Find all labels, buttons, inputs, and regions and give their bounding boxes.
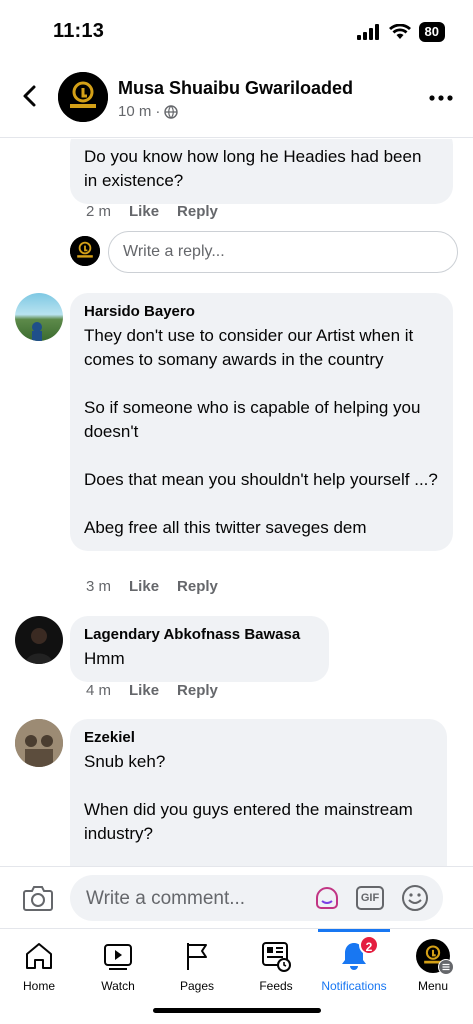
comment-placeholder: Write a comment...: [86, 888, 246, 909]
comment-author[interactable]: Ezekiel: [84, 728, 433, 748]
more-options-icon[interactable]: [427, 88, 455, 108]
reply-button[interactable]: Reply: [177, 682, 218, 699]
comment-author[interactable]: Lagendary Abkofnass Bawasa: [84, 625, 315, 645]
comment-bubble[interactable]: Ezekiel Snub keh? When did you guys ente…: [70, 719, 447, 867]
camera-icon[interactable]: [22, 883, 54, 913]
post-meta: 10 m ·: [118, 103, 179, 120]
bell-icon-wrapper: 2: [337, 935, 379, 973]
menu-avatar-wrapper: [416, 939, 454, 975]
tab-home[interactable]: Home: [0, 939, 79, 993]
gif-label: GIF: [360, 892, 380, 904]
like-button[interactable]: Like: [129, 682, 159, 699]
reply-button[interactable]: Reply: [177, 578, 218, 595]
comment-input[interactable]: Write a comment... GIF: [70, 875, 443, 921]
tab-watch[interactable]: Watch: [78, 939, 158, 993]
back-arrow-icon[interactable]: [16, 82, 44, 110]
tab-pages[interactable]: Pages: [157, 939, 237, 993]
post-time: 10 m: [118, 103, 152, 120]
tab-menu[interactable]: Menu: [393, 939, 473, 993]
wifi-icon: [388, 24, 411, 39]
commenter-avatar[interactable]: [15, 719, 63, 767]
globe-icon: [164, 104, 179, 119]
tab-label: Feeds: [259, 979, 293, 993]
user-avatar: [70, 236, 100, 266]
flag-icon: [187, 943, 207, 970]
comment-bubble[interactable]: Harsido Bayero They don't use to conside…: [70, 293, 453, 551]
comment-actions: 3 m Like Reply: [86, 578, 218, 595]
home-icon: [26, 943, 52, 969]
person-photo-icon: [32, 322, 42, 341]
comment-time: 2 m: [86, 203, 112, 220]
avatar-sticker-icon[interactable]: [313, 884, 341, 912]
battery-indicator: 80: [418, 22, 445, 42]
tab-label: Notifications: [321, 979, 387, 993]
comment-actions: 2 m Like Reply: [86, 203, 218, 220]
comment-bubble[interactable]: Lagendary Abkofnass Bawasa Hmm: [70, 616, 329, 682]
status-icons: 80: [356, 22, 445, 42]
reply-input[interactable]: Write a reply...: [108, 231, 458, 273]
commenter-avatar[interactable]: [15, 293, 63, 341]
comment-author[interactable]: Harsido Bayero: [84, 302, 439, 322]
menu-lines-icon: [438, 959, 454, 975]
comments-feed[interactable]: Do you know how long he Headies had been…: [0, 139, 473, 867]
reply-row: Write a reply...: [70, 231, 458, 273]
meta-separator: ·: [155, 103, 161, 120]
gwariloaded-logo: [70, 236, 100, 266]
tab-notifications[interactable]: 2 Notifications: [314, 935, 394, 993]
person-photo-icon: [15, 719, 63, 767]
signal-icon: [356, 24, 379, 40]
tab-label: Menu: [417, 979, 449, 993]
status-bar: 11:13 80: [0, 0, 473, 62]
comment-text: They don't use to consider our Artist wh…: [84, 326, 438, 537]
comment-composer: Write a comment... GIF: [0, 866, 473, 928]
feeds-icon: [262, 942, 291, 972]
watch-icon: [104, 944, 132, 970]
comment-time: 3 m: [86, 578, 112, 595]
comment-text: Snub keh? When did you guys entered the …: [84, 752, 413, 843]
gif-button[interactable]: GIF: [356, 886, 384, 910]
page-name[interactable]: Musa Shuaibu Gwariloaded: [118, 78, 353, 99]
post-header: Musa Shuaibu Gwariloaded 10 m ·: [0, 62, 473, 138]
comment-text: Do you know how long he Headies had been…: [84, 147, 422, 190]
comment-text: Hmm: [84, 649, 125, 668]
like-button[interactable]: Like: [129, 203, 159, 220]
comment-actions: 4 m Like Reply: [86, 682, 218, 699]
emoji-icon[interactable]: [401, 884, 429, 912]
tab-label: Watch: [101, 979, 135, 993]
tab-label: Pages: [179, 979, 215, 993]
commenter-avatar[interactable]: [15, 616, 63, 664]
notification-count-badge: 2: [359, 935, 379, 955]
comment-bubble[interactable]: Do you know how long he Headies had been…: [70, 139, 453, 204]
reply-button[interactable]: Reply: [177, 203, 218, 220]
tab-label: Home: [22, 979, 55, 993]
home-indicator: [153, 1008, 321, 1013]
active-tab-indicator: [318, 929, 390, 932]
comment-time: 4 m: [86, 682, 112, 699]
tab-feeds[interactable]: Feeds: [236, 939, 316, 993]
person-photo-icon: [25, 628, 53, 664]
status-time: 11:13: [53, 20, 105, 42]
gwariloaded-logo: [58, 72, 108, 122]
page-avatar[interactable]: [58, 72, 108, 122]
like-button[interactable]: Like: [129, 578, 159, 595]
